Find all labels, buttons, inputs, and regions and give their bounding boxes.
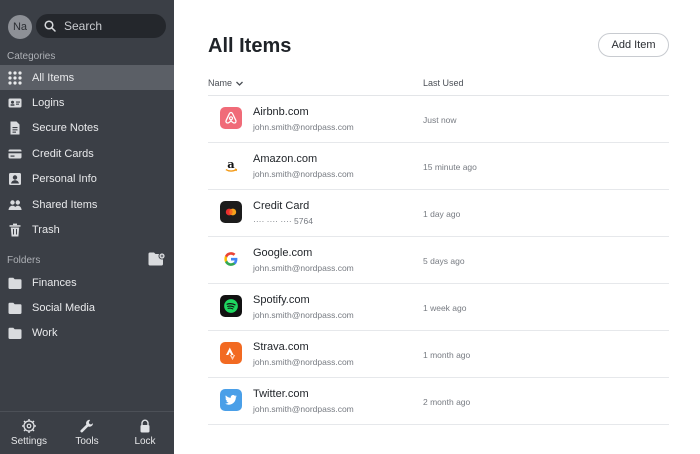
grid-icon xyxy=(8,70,22,85)
google-icon xyxy=(224,252,238,266)
folder-icon xyxy=(8,302,22,314)
table-row[interactable]: Google.com john.smith@nordpass.com 5 day… xyxy=(208,237,669,284)
table-row[interactable]: Airbnb.com john.smith@nordpass.com Just … xyxy=(208,96,669,143)
lock-button[interactable]: Lock xyxy=(116,412,174,454)
item-subtitle: john.smith@nordpass.com xyxy=(253,122,354,132)
categories-label: Categories xyxy=(7,51,56,62)
sidebar-item-label: Shared Items xyxy=(32,198,98,211)
amazon-logo: a xyxy=(220,154,242,176)
sidebar-item-label: All Items xyxy=(32,71,75,84)
table-row[interactable]: a Amazon.com john.smith@nordpass.com 15 … xyxy=(208,143,669,190)
item-subtitle: ···· ···· ···· 5764 xyxy=(253,216,313,226)
sidebar-item-label: Social Media xyxy=(32,301,95,314)
column-header-last-used-label: Last Used xyxy=(423,78,464,88)
twitter-icon xyxy=(225,395,237,405)
trash-icon xyxy=(9,223,21,236)
item-subtitle: john.smith@nordpass.com xyxy=(253,263,354,273)
settings-label: Settings xyxy=(10,436,48,447)
settings-button[interactable]: Settings xyxy=(0,412,58,454)
add-folder-icon[interactable] xyxy=(148,252,166,266)
credit-card-icon xyxy=(8,149,22,158)
item-title: Google.com xyxy=(253,247,313,259)
lock-icon xyxy=(140,419,150,433)
wrench-icon xyxy=(80,419,93,433)
sidebar-item-label: Work xyxy=(32,326,58,339)
item-title: Twitter.com xyxy=(253,388,309,400)
column-header-name: Name xyxy=(208,78,233,88)
sidebar: Na Search Categories All Items Logins Se… xyxy=(0,0,174,454)
item-last-used: Just now xyxy=(423,115,457,125)
item-subtitle: john.smith@nordpass.com xyxy=(253,357,354,367)
tools-button[interactable]: Tools xyxy=(58,412,116,454)
bottom-toolbar: Settings Tools Lock xyxy=(0,411,174,454)
item-title: Spotify.com xyxy=(253,294,310,306)
amazon-icon: a xyxy=(225,157,238,172)
sidebar-item-label: Credit Cards xyxy=(32,147,94,160)
sidebar-item-label: Trash xyxy=(32,223,60,236)
sidebar-item-social-media[interactable]: Social Media xyxy=(0,295,174,320)
item-title: Airbnb.com xyxy=(253,106,309,118)
item-subtitle: john.smith@nordpass.com xyxy=(253,169,354,179)
twitter-logo xyxy=(220,389,242,411)
sidebar-item-label: Finances xyxy=(32,276,77,289)
item-subtitle: john.smith@nordpass.com xyxy=(253,310,354,320)
avatar[interactable]: Na xyxy=(8,15,32,39)
id-card-icon xyxy=(8,98,22,107)
folders-label: Folders xyxy=(7,255,41,266)
item-title: Amazon.com xyxy=(253,153,318,165)
svg-text:a: a xyxy=(227,157,235,171)
sort-by-name[interactable]: Name xyxy=(208,78,244,88)
sidebar-item-trash[interactable]: Trash xyxy=(0,217,174,242)
gear-icon xyxy=(22,419,36,433)
column-header-last-used[interactable]: Last Used xyxy=(423,78,464,88)
item-last-used: 1 week ago xyxy=(423,303,467,313)
sidebar-item-secure-notes[interactable]: Secure Notes xyxy=(0,115,174,140)
sidebar-item-label: Secure Notes xyxy=(32,121,99,134)
sidebar-item-shared-items[interactable]: Shared Items xyxy=(0,192,174,217)
airbnb-logo xyxy=(220,107,242,129)
sidebar-item-logins[interactable]: Logins xyxy=(0,90,174,115)
tools-label: Tools xyxy=(75,436,99,447)
search-icon xyxy=(44,20,56,32)
table-row[interactable]: Twitter.com john.smith@nordpass.com 2 mo… xyxy=(208,378,669,425)
item-title: Strava.com xyxy=(253,341,309,353)
search-input[interactable]: Search xyxy=(36,14,166,38)
item-last-used: 2 month ago xyxy=(423,397,471,407)
table-row[interactable]: Credit Card ···· ···· ···· 5764 1 day ag… xyxy=(208,190,669,237)
table-row[interactable]: Strava.com john.smith@nordpass.com 1 mon… xyxy=(208,331,669,378)
folder-icon xyxy=(8,277,22,289)
lock-label: Lock xyxy=(134,436,156,447)
spotify-logo xyxy=(220,295,242,317)
mastercard-icon xyxy=(225,208,237,216)
page-title: All Items xyxy=(208,35,292,57)
folder-icon xyxy=(8,327,22,339)
google-logo xyxy=(220,248,242,270)
sidebar-item-label: Logins xyxy=(32,96,65,109)
item-last-used: 1 day ago xyxy=(423,209,461,219)
chevron-down-icon xyxy=(236,81,243,86)
item-last-used: 15 minute ago xyxy=(423,162,477,172)
note-icon xyxy=(10,121,20,134)
mastercard-logo xyxy=(220,201,242,223)
sidebar-item-all-items[interactable]: All Items xyxy=(0,65,174,90)
sidebar-item-personal-info[interactable]: Personal Info xyxy=(0,166,174,191)
add-item-button[interactable]: Add Item xyxy=(598,33,669,57)
item-subtitle: john.smith@nordpass.com xyxy=(253,404,354,414)
item-last-used: 5 days ago xyxy=(423,256,465,266)
search-placeholder: Search xyxy=(64,19,103,33)
table-row[interactable]: Spotify.com john.smith@nordpass.com 1 we… xyxy=(208,284,669,331)
sidebar-item-label: Personal Info xyxy=(32,172,97,185)
spotify-icon xyxy=(224,299,238,313)
strava-icon xyxy=(226,347,236,360)
strava-logo xyxy=(220,342,242,364)
main-panel: All Items Add Item Name Last Used Airbnb… xyxy=(174,0,700,454)
people-icon xyxy=(8,199,22,210)
airbnb-icon xyxy=(225,111,237,124)
person-card-icon xyxy=(9,172,21,185)
sidebar-item-work[interactable]: Work xyxy=(0,320,174,345)
sidebar-item-finances[interactable]: Finances xyxy=(0,270,174,295)
item-last-used: 1 month ago xyxy=(423,350,471,360)
sidebar-item-credit-cards[interactable]: Credit Cards xyxy=(0,141,174,166)
item-title: Credit Card xyxy=(253,200,310,212)
